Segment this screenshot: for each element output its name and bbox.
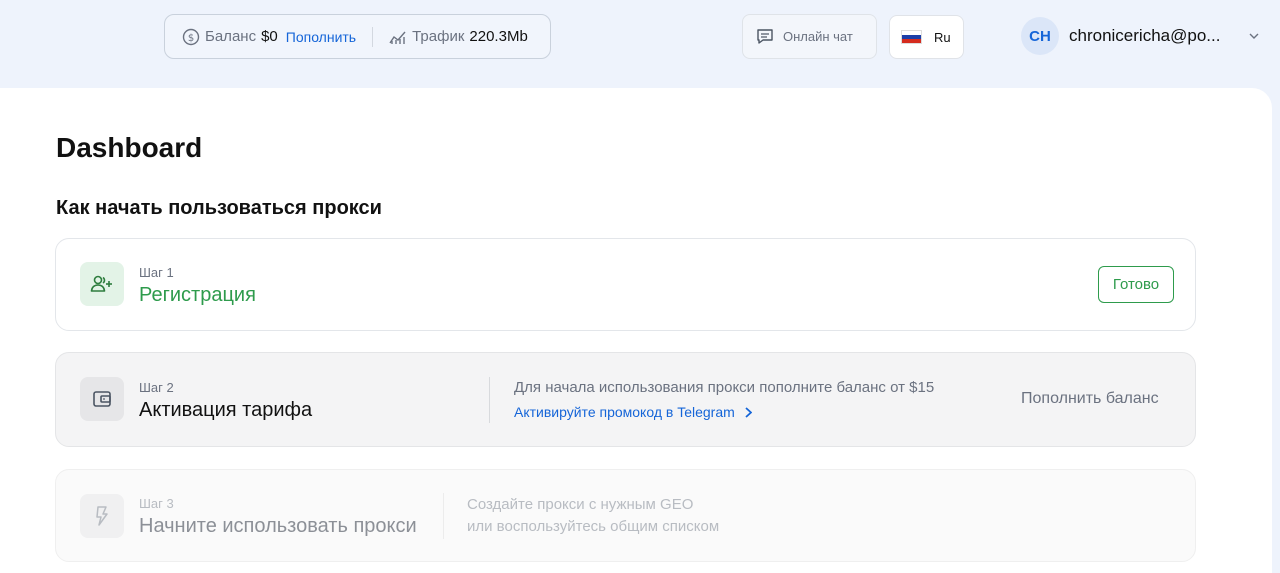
svg-text:$: $ bbox=[188, 33, 194, 44]
traffic-value: 220.3Mb bbox=[469, 28, 528, 45]
user-add-icon bbox=[80, 262, 124, 306]
step-name: Активация тарифа bbox=[139, 399, 313, 421]
step-number: Шаг 2 bbox=[139, 380, 174, 395]
topup-balance-button[interactable]: Пополнить баланс bbox=[1021, 390, 1159, 408]
done-button[interactable]: Готово bbox=[1098, 266, 1174, 303]
balance-label: Баланс bbox=[205, 28, 257, 45]
step-description-line1: Создайте прокси с нужным GEO bbox=[467, 496, 694, 513]
dollar-circle-icon: $ bbox=[182, 28, 200, 46]
chart-trend-icon bbox=[389, 29, 407, 45]
step-card-registration: Шаг 1 Регистрация Готово bbox=[55, 238, 1196, 331]
user-email: chronicericha@po... bbox=[1069, 26, 1221, 45]
step-card-activate-plan: Шаг 2 Активация тарифа Для начала исполь… bbox=[55, 352, 1196, 447]
step-card-start-using: Шаг 3 Начните использовать прокси Создай… bbox=[55, 469, 1196, 562]
lightning-icon bbox=[80, 494, 124, 538]
balance-traffic-panel: $ Баланс $0 Пополнить Трафик 220.3Mb bbox=[164, 14, 551, 59]
promo-link-label: Активируйте промокод в Telegram bbox=[514, 404, 735, 420]
divider bbox=[372, 26, 374, 47]
divider bbox=[489, 377, 490, 423]
traffic-label: Трафик bbox=[412, 28, 465, 45]
divider bbox=[443, 493, 444, 539]
user-menu[interactable]: CH chronicericha@po... bbox=[1021, 17, 1259, 55]
page-title: Dashboard bbox=[56, 132, 203, 163]
step-name: Регистрация bbox=[139, 284, 256, 306]
balance-value: $0 bbox=[261, 28, 278, 45]
chat-bubble-icon bbox=[756, 28, 774, 46]
online-chat-button[interactable]: Онлайн чат bbox=[742, 14, 877, 59]
step-description-line2: или воспользуйтесь общим списком bbox=[467, 518, 720, 535]
top-bar: $ Баланс $0 Пополнить Трафик 220.3Mb Онл… bbox=[0, 0, 1280, 88]
step-description: Для начала использования прокси пополнит… bbox=[514, 379, 935, 396]
chevron-down-icon[interactable] bbox=[1249, 33, 1259, 39]
section-title: Как начать пользоваться прокси bbox=[56, 197, 382, 219]
language-selector[interactable]: Ru bbox=[889, 15, 964, 59]
online-chat-label: Онлайн чат bbox=[783, 29, 853, 44]
step-number: Шаг 1 bbox=[139, 265, 174, 280]
wallet-icon bbox=[80, 377, 124, 421]
main-content: Dashboard Как начать пользоваться прокси… bbox=[0, 88, 1272, 573]
chevron-right-icon bbox=[745, 406, 752, 418]
avatar: CH bbox=[1021, 17, 1059, 55]
step-number: Шаг 3 bbox=[139, 496, 174, 511]
topup-link[interactable]: Пополнить bbox=[286, 29, 356, 45]
language-label: Ru bbox=[934, 29, 951, 45]
step-name: Начните использовать прокси bbox=[139, 515, 417, 537]
promo-telegram-link[interactable]: Активируйте промокод в Telegram bbox=[514, 404, 752, 420]
russia-flag-icon bbox=[901, 30, 922, 44]
